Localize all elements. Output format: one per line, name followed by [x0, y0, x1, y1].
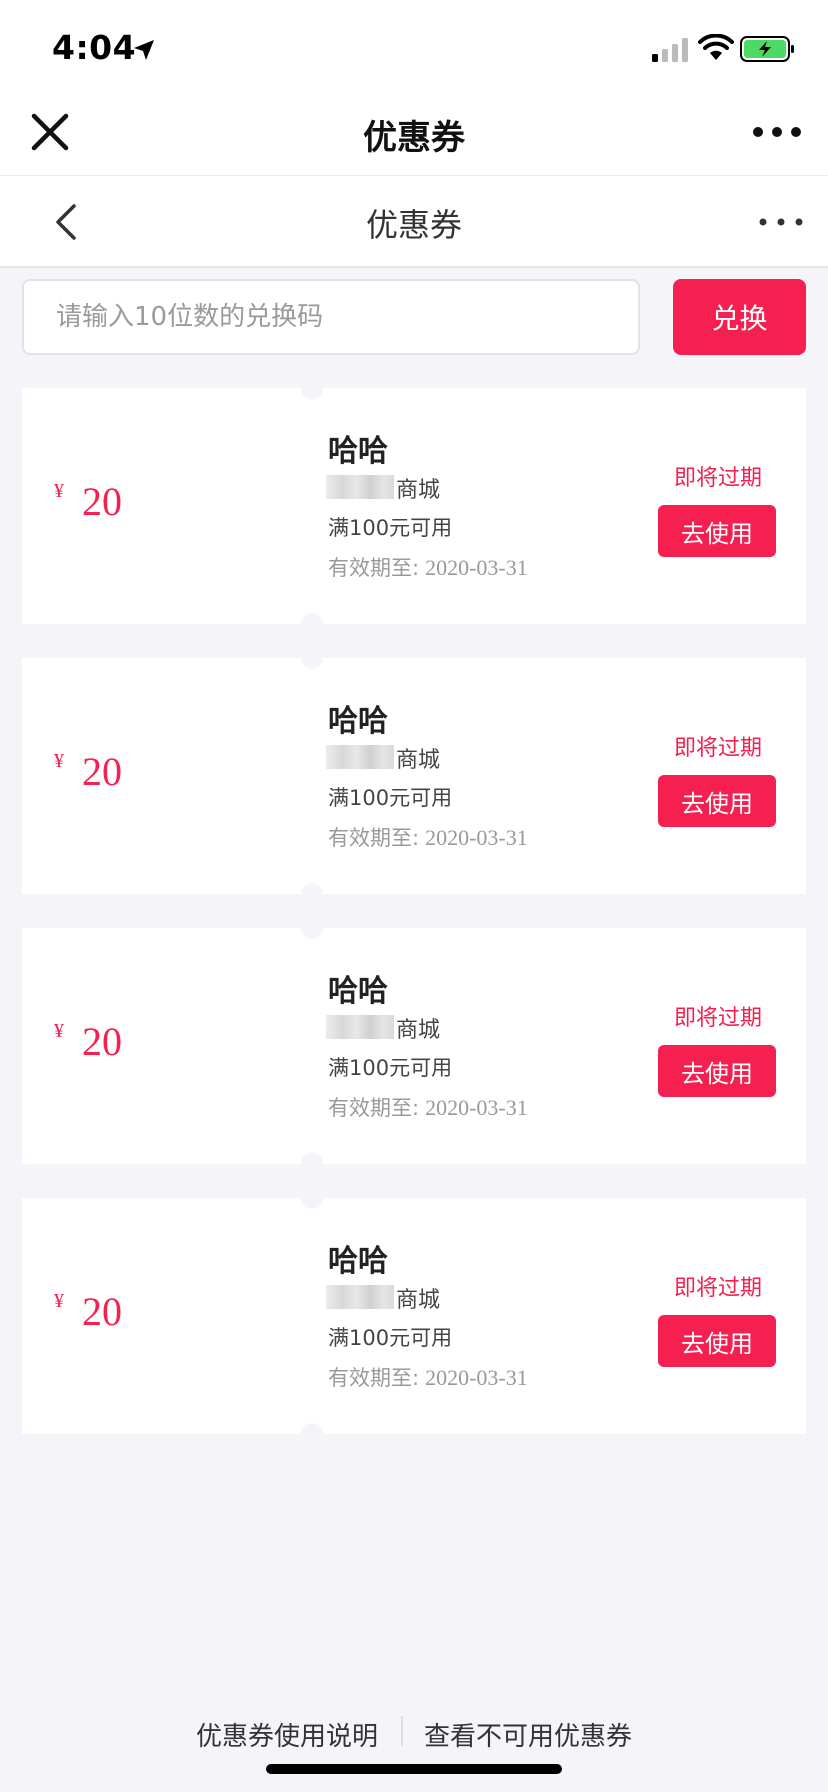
- coupon-condition: 满100元可用: [328, 1056, 453, 1080]
- status-time: 4:04: [52, 28, 137, 67]
- redacted-store-name: [326, 1285, 394, 1309]
- coupon-card: ¥ 20 哈哈 商城 满100元可用 有效期至: 2020-03-31 即将过期 …: [22, 647, 806, 905]
- coupon-expiry: 有效期至: 2020-03-31: [328, 552, 528, 582]
- store-name: 商城: [396, 1018, 441, 1043]
- use-coupon-button[interactable]: 去使用: [658, 775, 776, 827]
- expiry-date: 2020-03-31: [425, 1095, 528, 1120]
- home-indicator: [266, 1764, 562, 1774]
- use-coupon-button[interactable]: 去使用: [658, 1045, 776, 1097]
- location-arrow-icon: [134, 40, 154, 60]
- ticket-notch: [301, 883, 323, 905]
- footer-divider: [401, 1716, 403, 1746]
- currency-symbol: ¥: [54, 1290, 64, 1312]
- coupon-name: 哈哈: [328, 1244, 388, 1279]
- coupon-name: 哈哈: [328, 704, 388, 739]
- use-coupon-button[interactable]: 去使用: [658, 505, 776, 557]
- expiry-label: 有效期至:: [328, 1096, 420, 1120]
- expiry-date: 2020-03-31: [425, 555, 528, 580]
- coupon-card: ¥ 20 哈哈 商城 满100元可用 有效期至: 2020-03-31 即将过期 …: [22, 917, 806, 1175]
- coupon-name: 哈哈: [328, 434, 388, 469]
- wechat-nav-title: 优惠券: [363, 118, 465, 158]
- coupon-condition: 满100元可用: [328, 786, 453, 810]
- coupon-instructions-link[interactable]: 优惠券使用说明: [196, 1716, 378, 1753]
- more-options-icon[interactable]: [752, 120, 802, 144]
- store-name: 商城: [396, 1288, 441, 1313]
- coupon-condition: 满100元可用: [328, 516, 453, 540]
- store-name: 商城: [396, 478, 441, 503]
- expiring-soon-badge: 即将过期: [674, 466, 763, 491]
- page-title: 优惠券: [365, 206, 462, 244]
- coupon-card: ¥ 20 哈哈 商城 满100元可用 有效期至: 2020-03-31 即将过期 …: [22, 377, 806, 635]
- expiring-soon-badge: 即将过期: [674, 1006, 763, 1031]
- ticket-notch: [301, 917, 323, 939]
- coupon-value: 20: [82, 1289, 122, 1334]
- more-options-icon[interactable]: [758, 212, 804, 232]
- expiry-date: 2020-03-31: [425, 825, 528, 850]
- ticket-notch: [301, 1153, 323, 1175]
- coupon-page: 4:04 优惠券 优惠券 请输入10位数的兑换码 兑换 ¥ 20 哈哈 商城 满…: [0, 0, 828, 1792]
- coupon-condition: 满100元可用: [328, 1326, 453, 1350]
- coupon-value: 20: [82, 1019, 122, 1064]
- currency-symbol: ¥: [54, 1020, 64, 1042]
- redeem-code-input[interactable]: [22, 279, 640, 355]
- battery-charging-icon: [740, 36, 794, 62]
- wifi-icon: [698, 34, 734, 60]
- expiry-label: 有效期至:: [328, 826, 420, 850]
- coupon-list: ¥ 20 哈哈 商城 满100元可用 有效期至: 2020-03-31 即将过期 …: [22, 377, 806, 1468]
- coupon-expiry: 有效期至: 2020-03-31: [328, 1092, 528, 1122]
- unavailable-coupons-link[interactable]: 查看不可用优惠券: [424, 1716, 632, 1753]
- expiry-date: 2020-03-31: [425, 1365, 528, 1390]
- store-name: 商城: [396, 748, 441, 773]
- coupon-expiry: 有效期至: 2020-03-31: [328, 1362, 528, 1392]
- coupon-card: ¥ 20 哈哈 商城 满100元可用 有效期至: 2020-03-31 即将过期 …: [22, 1187, 806, 1445]
- expiry-label: 有效期至:: [328, 556, 420, 580]
- coupon-value: 20: [82, 749, 122, 794]
- coupon-name: 哈哈: [328, 974, 388, 1009]
- redacted-store-name: [326, 745, 394, 769]
- coupon-expiry: 有效期至: 2020-03-31: [328, 822, 528, 852]
- ticket-notch: [301, 647, 323, 669]
- ticket-notch: [301, 1423, 323, 1445]
- expiry-label: 有效期至:: [328, 1366, 420, 1390]
- expiring-soon-badge: 即将过期: [674, 1276, 763, 1301]
- status-bar: 4:04: [0, 0, 828, 92]
- expiring-soon-badge: 即将过期: [674, 736, 763, 761]
- redacted-store-name: [326, 1015, 394, 1039]
- redacted-store-name: [326, 475, 394, 499]
- redeem-button[interactable]: 兑换: [673, 279, 806, 355]
- ticket-notch: [301, 613, 323, 635]
- currency-symbol: ¥: [54, 750, 64, 772]
- page-header: 优惠券: [0, 176, 828, 268]
- use-coupon-button[interactable]: 去使用: [658, 1315, 776, 1367]
- coupon-value: 20: [82, 479, 122, 524]
- ticket-notch: [301, 1187, 323, 1209]
- footer-links: 优惠券使用说明 查看不可用优惠券: [0, 1710, 828, 1760]
- wechat-nav-bar: 优惠券: [0, 92, 828, 176]
- cellular-signal-icon: [652, 38, 688, 62]
- ticket-notch: [301, 377, 323, 399]
- currency-symbol: ¥: [54, 480, 64, 502]
